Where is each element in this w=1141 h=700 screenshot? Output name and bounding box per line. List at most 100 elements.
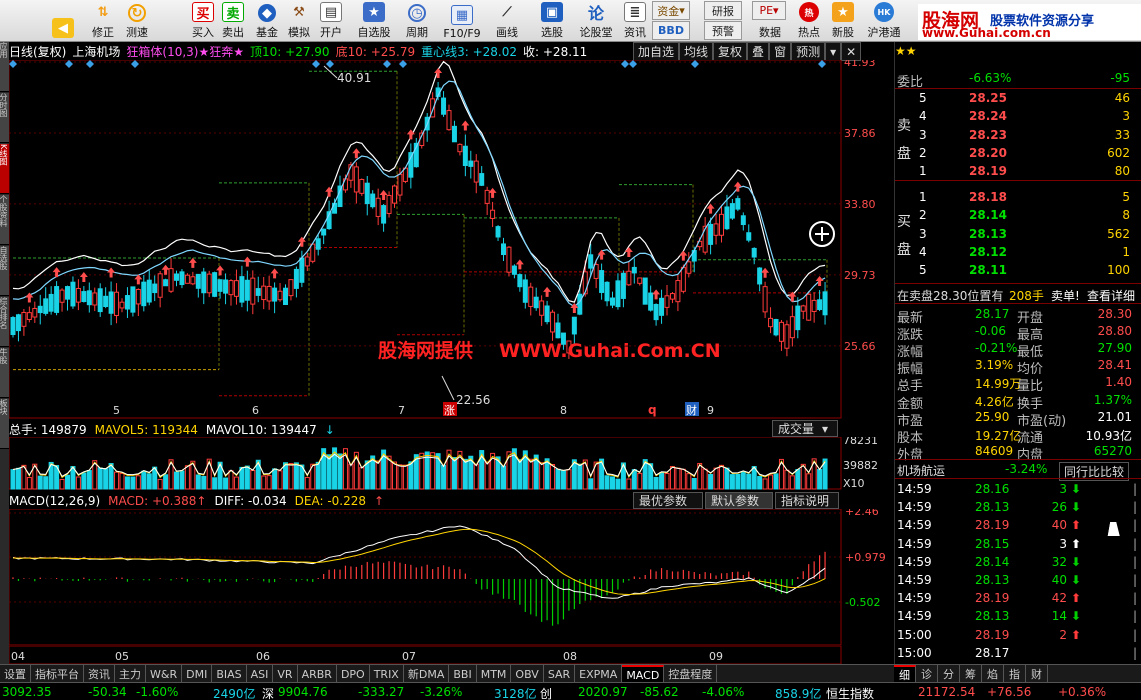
indicator-tab[interactable]: 设置 [0, 665, 31, 683]
hot-button[interactable]: 热 热点 [792, 0, 826, 42]
panel-tab[interactable]: 财 [1026, 665, 1048, 683]
forum-button[interactable]: 论 论股堂 [576, 0, 616, 42]
indicator-tab[interactable]: ASI [247, 665, 274, 683]
hk-connect-button[interactable]: HK 沪港通 [864, 0, 904, 42]
buy-button[interactable]: 买 买入 [186, 0, 220, 42]
indicator-tab[interactable]: 资讯 [84, 665, 115, 683]
indicator-tab[interactable]: EXPMA [575, 665, 623, 683]
indicator-tab[interactable]: 控盘程度 [664, 665, 718, 683]
volume-bar [184, 465, 190, 490]
indicator-tab[interactable]: DPO [337, 665, 370, 683]
window-button[interactable]: 窗 [769, 42, 792, 61]
volume-indicator-dropdown[interactable]: 成交量 ▾ [772, 420, 838, 437]
orderbook-volume: 46 [1114, 91, 1130, 105]
orderbook-price: 28.12 [969, 244, 1007, 259]
new-stock-button[interactable]: ★ 新股 [826, 0, 860, 42]
watchlist-button[interactable]: ★ 自选股 [354, 0, 394, 42]
forecast-button[interactable]: 预测 [791, 42, 826, 61]
axis-month: 07 [402, 650, 416, 663]
macd-chart[interactable]: +2.46 +0.979 -0.502 [9, 509, 894, 646]
q-marker[interactable]: q [648, 403, 657, 417]
kline-chart[interactable]: 41.9337.8633.8029.7325.66 40.91 22.56 5 … [9, 60, 894, 420]
indicator-tab[interactable]: BBI [449, 665, 477, 683]
indicator-tab[interactable]: BIAS [212, 665, 247, 683]
volume-bar [517, 459, 523, 490]
indicator-tab[interactable]: TRIX [370, 665, 404, 683]
panel-tab[interactable]: 焰 [982, 665, 1004, 683]
ma-button[interactable]: 均线 [679, 42, 714, 61]
sell-button[interactable]: 卖 卖出 [216, 0, 250, 42]
zhang-marker[interactable]: 涨 [444, 404, 455, 417]
volume-bar [501, 465, 506, 490]
macd-name[interactable]: MACD(12,26,9) [9, 494, 100, 508]
candle-body [217, 279, 223, 292]
chart-menu-arrow[interactable]: ▾ [825, 42, 842, 61]
side-tab-apps[interactable]: 应用 [0, 42, 9, 92]
sector-row[interactable]: 机场航运 -3.24% 同行比比较 [895, 461, 1141, 481]
panel-tab[interactable]: 指 [1004, 665, 1026, 683]
indicator-tab[interactable]: MTM [477, 665, 512, 683]
indicator-tab[interactable]: SAR [544, 665, 576, 683]
candle-body [544, 305, 550, 323]
clock-icon: ◷ [408, 4, 426, 22]
indicator-tab[interactable]: OBV [511, 665, 544, 683]
alert-button[interactable]: 预警 [704, 21, 742, 40]
best-params-button[interactable]: 最优参数 [633, 492, 703, 509]
add-watchlist-button[interactable]: 加自选 [633, 42, 680, 61]
period-label[interactable]: 日线(复权) [9, 43, 66, 60]
candle-body [201, 271, 207, 294]
side-tab-kline[interactable]: K线图 [0, 144, 9, 194]
indicator-tab[interactable]: W&R [146, 665, 183, 683]
cai-marker[interactable]: 财 [686, 403, 697, 417]
f10-button[interactable]: ▦ F10/F9 [440, 0, 484, 42]
side-tab-bull[interactable]: 牛股 [0, 348, 9, 398]
indicator-help-button[interactable]: 指标说明 [775, 492, 839, 509]
indicator-tab[interactable]: 指标平台 [31, 665, 84, 683]
panel-tab[interactable]: 诊 [916, 665, 938, 683]
indicator-tab[interactable]: ARBR [298, 665, 337, 683]
candle-body [233, 280, 239, 297]
back-button[interactable]: ◀ [46, 0, 80, 42]
fund-button[interactable]: ◆ 基金 [250, 0, 284, 42]
data-button[interactable]: 数据 [752, 0, 788, 42]
candle-body [501, 243, 506, 256]
panel-tab[interactable]: 筹 [960, 665, 982, 683]
volume-chart[interactable]: 78231 39882 X10 [9, 437, 894, 490]
research-button[interactable]: 研报 [704, 1, 742, 20]
chart-close-button[interactable]: ✕ [841, 42, 862, 61]
side-tab-profile[interactable]: 个股资料 [0, 195, 9, 245]
news-button[interactable]: ≣ 资讯 [618, 0, 652, 42]
draw-line-button[interactable]: ⟋ 画线 [490, 0, 524, 42]
bbd-button[interactable]: BBD [652, 21, 690, 40]
indicator-tab[interactable]: VR [273, 665, 298, 683]
indicator-tab[interactable]: 新DMA [404, 665, 450, 683]
period-button[interactable]: ◷ 周期 [400, 0, 434, 42]
panel-tab[interactable]: 细 [894, 665, 916, 683]
quote-value: 1.37% [1093, 392, 1132, 407]
side-tab-watchlist[interactable]: 自选股 [0, 246, 9, 296]
simulate-button[interactable]: ⚒ 模拟 [282, 0, 316, 42]
quote-value: 28.17 [975, 307, 1010, 321]
candle-body [21, 311, 27, 327]
indicator-tab[interactable]: DMI [182, 665, 213, 683]
adjust-button[interactable]: 复权 [713, 42, 748, 61]
panel-tab[interactable]: 分 [938, 665, 960, 683]
quote-row: 市盈 25.90 市盈(动) 21.01 [895, 409, 1141, 429]
side-tab-sector[interactable]: 板块 [0, 399, 9, 449]
order-notice[interactable]: 在卖盘28.30位置有 208手 卖单! 查看详细 [895, 286, 1141, 303]
revise-button[interactable]: ⇅ 修正 [86, 0, 120, 42]
stock-select-button[interactable]: ▣ 选股 [535, 0, 569, 42]
indicator-name[interactable]: 狂箱体(10,3) [126, 43, 198, 60]
orderbook-level: 4 [919, 244, 927, 259]
open-account-button[interactable]: ▤ 开户 [314, 0, 348, 42]
indicator-tab[interactable]: 主力 [115, 665, 146, 683]
default-params-button[interactable]: 默认参数 [705, 492, 773, 509]
speed-test-button[interactable]: ↻ 测速 [120, 0, 154, 42]
side-tab-intraday[interactable]: 分时图 [0, 93, 9, 143]
overlay-button[interactable]: 叠 [747, 42, 770, 61]
side-tab-ranking[interactable]: 综合排名 [0, 297, 9, 347]
candle-body [735, 198, 741, 210]
capital-button[interactable]: 资金 ▾ [652, 1, 690, 20]
candle-body [75, 287, 81, 303]
indicator-tab[interactable]: MACD [622, 665, 665, 683]
